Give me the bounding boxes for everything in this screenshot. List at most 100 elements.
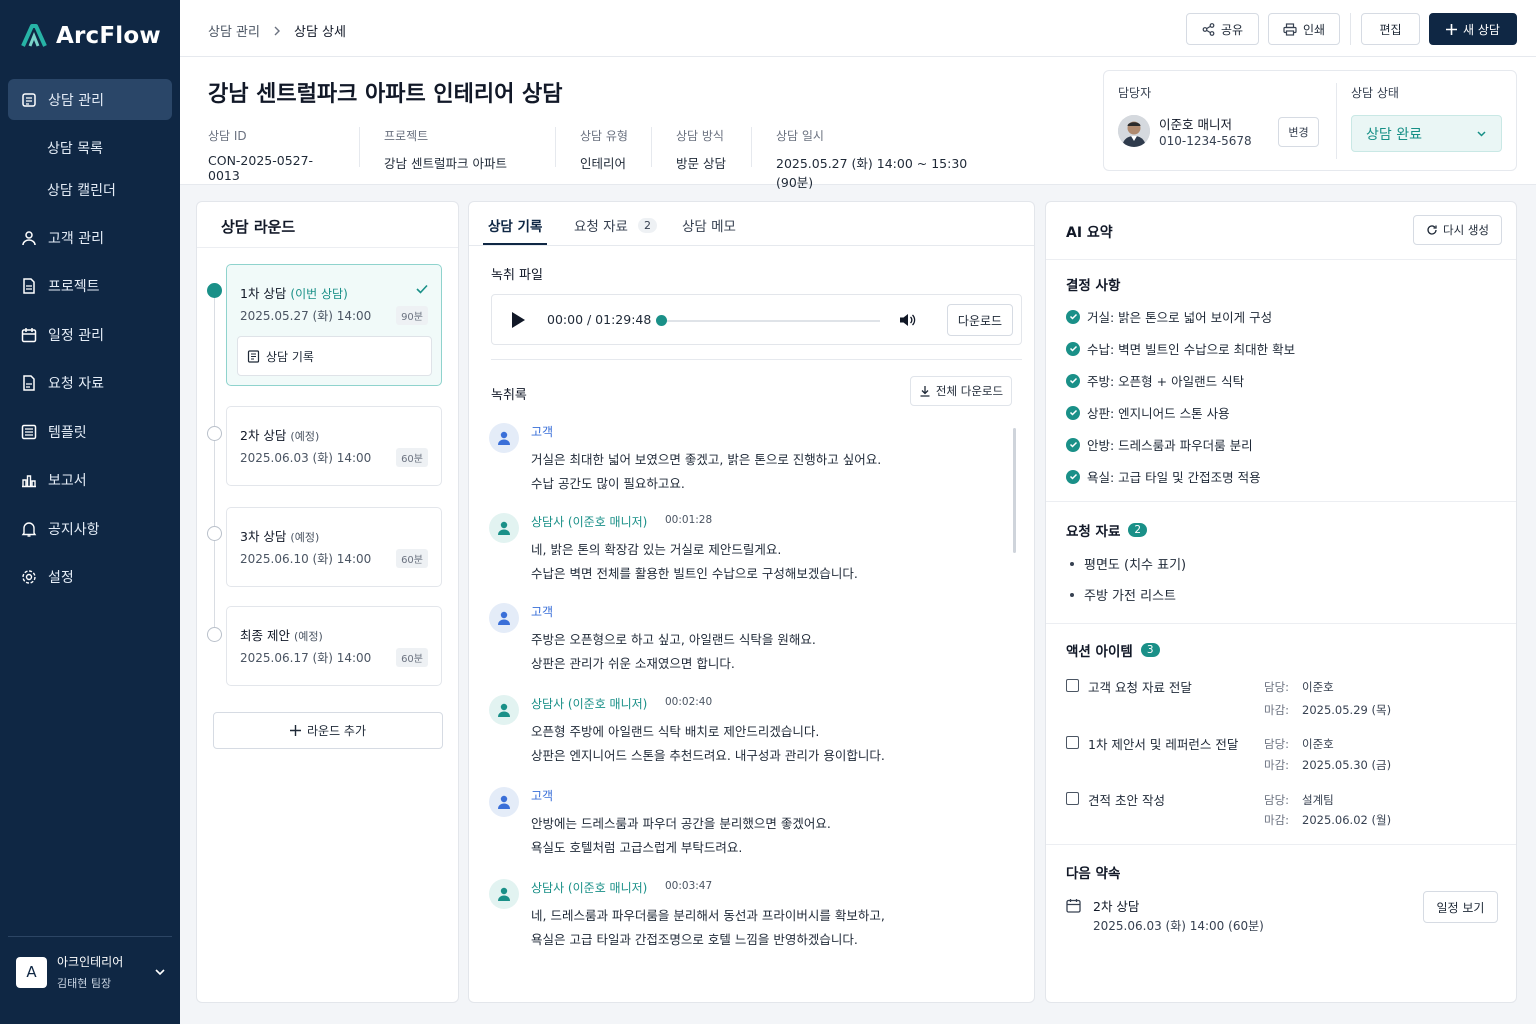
user-icon (21, 230, 37, 246)
round-card[interactable]: 최종 제안 (예정) 2025.06.17 (화) 14:00 60분 (226, 606, 442, 686)
audio-download-button[interactable]: 다운로드 (947, 304, 1013, 336)
message-text: 안방에는 드레스룸과 파우더 공간을 분리했으면 좋겠어요. (531, 816, 831, 831)
breadcrumb-item[interactable]: 상담 관리 (208, 21, 260, 40)
action-owner: 이준호 (1302, 680, 1334, 694)
timeline-dot (207, 426, 222, 441)
sidebar-item-label: 고객 관리 (48, 230, 104, 247)
sidebar-item-label: 템플릿 (48, 424, 87, 441)
customer-avatar (489, 787, 519, 817)
message-text: 오픈형 주방에 아일랜드 식탁 배치로 제안드리겠습니다. (531, 724, 820, 739)
plus-icon (289, 725, 301, 736)
new-consult-button[interactable]: 새 상담 (1429, 13, 1517, 45)
status-select[interactable]: 상담 완료 (1351, 115, 1502, 152)
decision-item: 상판: 엔지니어드 스톤 사용 (1066, 403, 1230, 422)
sidebar-item-label: 일정 관리 (48, 327, 104, 344)
chevron-down-icon (155, 969, 165, 976)
add-round-button[interactable]: 라운드 추가 (213, 712, 443, 749)
change-owner-button[interactable]: 변경 (1278, 117, 1319, 147)
message-text: 상판은 엔지니어드 스톤을 추천드려요. 내구성과 관리가 용이합니다. (531, 748, 885, 763)
timeline-dot (207, 627, 222, 642)
sidebar-item-requests[interactable]: 요청 자료 (8, 363, 172, 404)
round-title: 최종 제안 (예정) (240, 625, 323, 644)
sidebar-item-reports[interactable]: 보고서 (8, 460, 172, 501)
meta-value: 강남 센트럴파크 아파트 (384, 156, 507, 171)
meta-method: 상담 방식 방문 상담 (676, 127, 752, 171)
top-actions: 공유 인쇄 편집 새 상담 (1186, 13, 1517, 45)
round-tag: (예정) (290, 430, 320, 443)
section-title: 결정 사항 (1066, 278, 1121, 294)
sidebar-item-consult-calendar[interactable]: 상담 캘린더 (8, 170, 172, 210)
sidebar-item-projects[interactable]: 프로젝트 (8, 266, 172, 307)
timeline-dot (207, 283, 222, 298)
meta-type: 상담 유형 인테리어 (580, 127, 652, 171)
action-checkbox[interactable] (1066, 736, 1079, 749)
share-button[interactable]: 공유 (1186, 13, 1259, 45)
audio-seek-handle[interactable] (656, 315, 667, 326)
agent-avatar (489, 879, 519, 909)
download-all-button[interactable]: 전체 다운로드 (910, 376, 1012, 406)
decision-text: 주방: 오픈형 + 아일랜드 식탁 (1087, 374, 1245, 389)
status-label: 상담 상태 (1351, 86, 1399, 100)
tab-label: 상담 기록 (488, 219, 543, 235)
message-text: 거실은 최대한 넓어 보였으면 좋겠고, 밝은 톤으로 진행하고 싶어요. (531, 452, 882, 467)
decision-text: 욕실: 고급 타일 및 간접조명 적용 (1087, 470, 1261, 485)
sidebar-item-label: 프로젝트 (48, 279, 100, 295)
meta-value: 방문 상담 (676, 156, 726, 171)
sidebar-item-label: 요청 자료 (48, 376, 104, 392)
section-title: 다음 약속 (1066, 866, 1121, 882)
sidebar-item-templates[interactable]: 템플릿 (8, 411, 172, 452)
check-icon (416, 284, 428, 294)
audio-section-label: 녹취 파일 (491, 268, 543, 283)
action-checkbox[interactable] (1066, 679, 1079, 692)
meta-label: 상담 일시 (776, 129, 824, 143)
scrollbar[interactable] (1013, 428, 1016, 553)
consult-record-button[interactable]: 상담 기록 (237, 336, 432, 376)
org-switcher[interactable]: A 아크인테리어 김태현 팀장 (8, 936, 172, 991)
print-button[interactable]: 인쇄 (1268, 13, 1340, 45)
chevron-down-icon (1477, 131, 1486, 137)
volume-icon[interactable] (899, 312, 916, 328)
tab-requested-files[interactable]: 요청 자료 2 (574, 215, 657, 235)
check-circle-icon (1066, 437, 1080, 452)
sidebar-item-consult[interactable]: 상담 관리 (8, 79, 172, 120)
action-due: 2025.05.29 (목) (1302, 703, 1392, 717)
share-icon (1202, 22, 1215, 36)
round-name: 2차 상담 (240, 428, 287, 443)
round-card[interactable]: 1차 상담 (이번 상담) 2025.05.27 (화) 14:00 90분 상… (226, 264, 442, 386)
new-consult-label: 새 상담 (1463, 22, 1500, 37)
view-schedule-button[interactable]: 일정 보기 (1423, 891, 1498, 923)
decision-item: 수납: 벽면 빌트인 수납으로 최대한 확보 (1066, 339, 1295, 358)
duration-badge: 60분 (396, 549, 428, 568)
breadcrumb: 상담 관리 상담 상세 (208, 21, 346, 40)
document-icon (21, 278, 37, 294)
sidebar-item-label: 공지사항 (48, 521, 100, 538)
edit-button[interactable]: 편집 (1361, 13, 1420, 45)
sidebar-item-schedule[interactable]: 일정 관리 (8, 314, 172, 355)
refresh-icon (1427, 225, 1437, 235)
decision-item: 거실: 밝은 톤으로 넓어 보이게 구성 (1066, 307, 1272, 326)
meta-label: 상담 유형 (580, 129, 628, 143)
message-text: 네, 밝은 톤의 확장감 있는 거실로 제안드릴게요. (531, 542, 782, 557)
regenerate-button[interactable]: 다시 생성 (1413, 215, 1502, 245)
sidebar-item-customers[interactable]: 고객 관리 (8, 217, 172, 258)
sidebar-item-settings[interactable]: 설정 (8, 557, 172, 598)
sidebar-item-notices[interactable]: 공지사항 (8, 508, 172, 549)
play-icon[interactable] (510, 311, 526, 329)
sidebar-item-consult-list[interactable]: 상담 목록 (8, 128, 172, 168)
round-tag: (이번 상담) (290, 287, 348, 301)
tab-count-badge: 2 (637, 217, 657, 233)
audio-seekbar[interactable] (661, 320, 880, 322)
message-text: 수납 공간도 많이 필요하고요. (531, 476, 685, 491)
meta-label: 상담 ID (208, 129, 247, 143)
action-checkbox[interactable] (1066, 792, 1079, 805)
round-name: 1차 상담 (240, 286, 287, 301)
sidebar: ArcFlow 상담 관리 상담 목록 상담 캘린더 고객 관리 프로젝트 일정… (0, 0, 180, 1024)
owner-label: 담당자 (1118, 86, 1152, 100)
round-card[interactable]: 3차 상담 (예정) 2025.06.10 (화) 14:00 60분 (226, 507, 442, 587)
divider (197, 247, 458, 248)
logo[interactable]: ArcFlow (20, 22, 161, 50)
tab-consult-record[interactable]: 상담 기록 (488, 215, 542, 235)
action-label: 견적 초안 작성 (1088, 793, 1165, 808)
round-card[interactable]: 2차 상담 (예정) 2025.06.03 (화) 14:00 60분 (226, 406, 442, 486)
tab-consult-memo[interactable]: 상담 메모 (682, 215, 736, 235)
